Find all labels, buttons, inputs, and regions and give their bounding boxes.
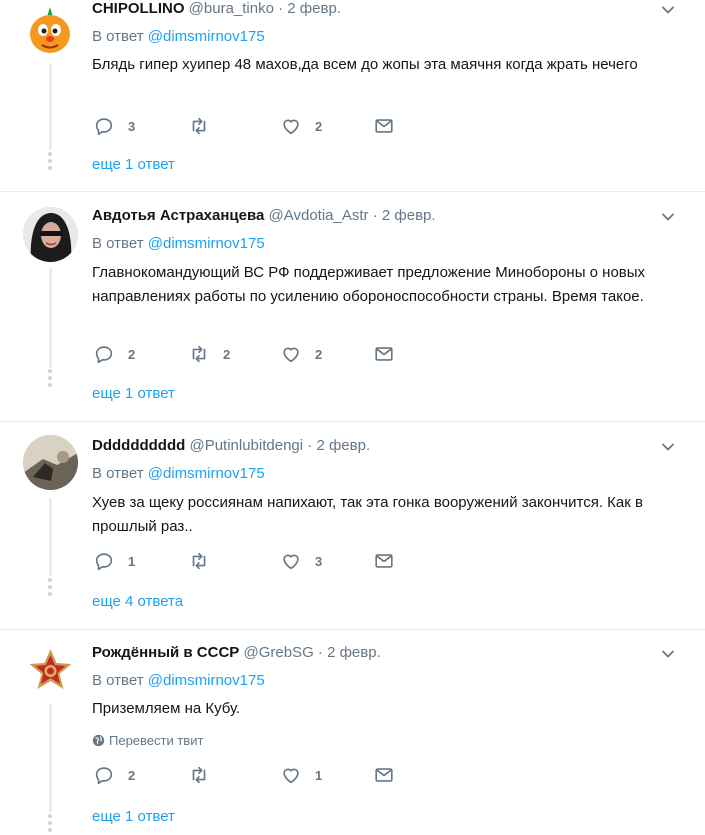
heart-icon	[279, 550, 303, 572]
tweet-date[interactable]: 2 февр.	[382, 207, 436, 224]
reply-icon	[92, 343, 116, 365]
thread-line	[49, 498, 52, 576]
tweet-text: Главнокомандующий ВС РФ поддерживает пре…	[92, 264, 646, 305]
reply-to: В ответ @dimsmirnov175	[92, 28, 265, 45]
heart-icon	[279, 115, 303, 137]
envelope-icon	[372, 343, 396, 365]
reply-icon	[92, 764, 116, 786]
reply-count: 1	[128, 553, 136, 569]
retweet-icon	[187, 550, 211, 572]
like-button[interactable]: 2	[279, 343, 322, 365]
show-more-replies-link[interactable]: еще 4 ответа	[92, 593, 183, 610]
show-more-replies-link[interactable]: еще 1 ответ	[92, 385, 175, 402]
retweet-icon	[187, 764, 211, 786]
avatar-photo[interactable]	[23, 435, 78, 490]
reply-button[interactable]: 1	[92, 550, 135, 572]
tweet-date[interactable]: 2 февр.	[327, 644, 381, 661]
like-count: 2	[315, 346, 323, 362]
direct-message-button[interactable]	[372, 115, 396, 137]
retweet-button[interactable]: 2	[187, 343, 230, 365]
thread-line	[49, 268, 52, 368]
reply-count: 2	[128, 346, 136, 362]
tweet-header: Рождённый в СССР @GrebSG · 2 февр.	[92, 644, 381, 661]
like-count: 1	[315, 767, 323, 783]
tweet-header: Авдотья Астраханцева @Avdotia_Astr · 2 ф…	[92, 207, 436, 224]
reply-count: 3	[128, 118, 136, 134]
user-name[interactable]: Рождённый в СССР	[92, 644, 239, 661]
like-button[interactable]: 3	[279, 550, 322, 572]
translate-label: Перевести твит	[109, 733, 204, 748]
user-name[interactable]: CHIPOLLINO	[92, 0, 185, 17]
thread-line	[49, 704, 52, 812]
retweet-icon	[187, 343, 211, 365]
tweet-header: CHIPOLLINO @bura_tinko · 2 февр.	[92, 0, 341, 17]
thread-line	[49, 64, 52, 150]
tweet[interactable]: CHIPOLLINO @bura_tinko · 2 февр. В ответ…	[0, 0, 705, 190]
like-button[interactable]: 1	[279, 764, 322, 786]
envelope-icon	[372, 764, 396, 786]
globe-icon	[92, 734, 105, 747]
tweet-header: Dddddddddd @Putinlubitdengi · 2 февр.	[92, 437, 371, 454]
retweet-count: 2	[223, 346, 231, 362]
direct-message-button[interactable]	[372, 550, 396, 572]
reply-count: 2	[128, 767, 136, 783]
user-handle[interactable]: @GrebSG	[243, 644, 313, 661]
reply-to: В ответ @dimsmirnov175	[92, 672, 265, 689]
thread-dots	[48, 152, 53, 173]
reply-icon	[92, 550, 116, 572]
like-count: 2	[315, 118, 323, 134]
chevron-down-icon[interactable]	[660, 439, 676, 455]
like-button[interactable]: 2	[279, 115, 322, 137]
translate-tweet-link[interactable]: Перевести твит	[92, 733, 203, 748]
envelope-icon	[372, 550, 396, 572]
reply-to-link[interactable]: @dimsmirnov175	[148, 235, 265, 252]
chevron-down-icon[interactable]	[660, 2, 676, 18]
like-count: 3	[315, 553, 323, 569]
avatar-woman[interactable]	[23, 207, 78, 262]
show-more-replies-link[interactable]: еще 1 ответ	[92, 808, 175, 825]
reply-button[interactable]: 2	[92, 343, 135, 365]
reply-button[interactable]: 2	[92, 764, 135, 786]
chevron-down-icon[interactable]	[660, 646, 676, 662]
thread-dots	[48, 578, 53, 599]
tweet-text: Приземляем на Кубу.	[92, 700, 241, 717]
user-handle[interactable]: @Avdotia_Astr	[269, 207, 369, 224]
retweet-button[interactable]	[187, 764, 223, 786]
heart-icon	[279, 343, 303, 365]
retweet-button[interactable]	[187, 115, 223, 137]
reply-button[interactable]: 3	[92, 115, 135, 137]
direct-message-button[interactable]	[372, 343, 396, 365]
tweet-text: Хуев за щеку россиянам напихают, так эта…	[92, 494, 643, 535]
tweet[interactable]: Dddddddddd @Putinlubitdengi · 2 февр. В …	[0, 422, 705, 628]
reply-to: В ответ @dimsmirnov175	[92, 465, 265, 482]
tweet[interactable]: Рождённый в СССР @GrebSG · 2 февр. В отв…	[0, 630, 705, 832]
reply-to-link[interactable]: @dimsmirnov175	[148, 465, 265, 482]
reply-to-link[interactable]: @dimsmirnov175	[148, 672, 265, 689]
retweet-icon	[187, 115, 211, 137]
avatar-onion[interactable]	[23, 3, 78, 58]
tweet-text: Блядь гипер хуипер 48 махов,да всем до ж…	[92, 56, 638, 73]
reply-icon	[92, 115, 116, 137]
reply-to-link[interactable]: @dimsmirnov175	[148, 28, 265, 45]
tweet-date[interactable]: 2 февр.	[316, 437, 370, 454]
envelope-icon	[372, 115, 396, 137]
avatar-order-star[interactable]	[23, 643, 78, 698]
reply-to: В ответ @dimsmirnov175	[92, 235, 265, 252]
chevron-down-icon[interactable]	[660, 209, 676, 225]
tweet[interactable]: Авдотья Астраханцева @Avdotia_Astr · 2 ф…	[0, 192, 705, 420]
user-handle[interactable]: @bura_tinko	[189, 0, 274, 17]
user-name[interactable]: Авдотья Астраханцева	[92, 207, 264, 224]
direct-message-button[interactable]	[372, 764, 396, 786]
user-name[interactable]: Dddddddddd	[92, 437, 185, 454]
thread-dots	[48, 369, 53, 390]
retweet-button[interactable]	[187, 550, 223, 572]
user-handle[interactable]: @Putinlubitdengi	[189, 437, 303, 454]
tweet-date[interactable]: 2 февр.	[287, 0, 341, 17]
show-more-replies-link[interactable]: еще 1 ответ	[92, 156, 175, 173]
heart-icon	[279, 764, 303, 786]
